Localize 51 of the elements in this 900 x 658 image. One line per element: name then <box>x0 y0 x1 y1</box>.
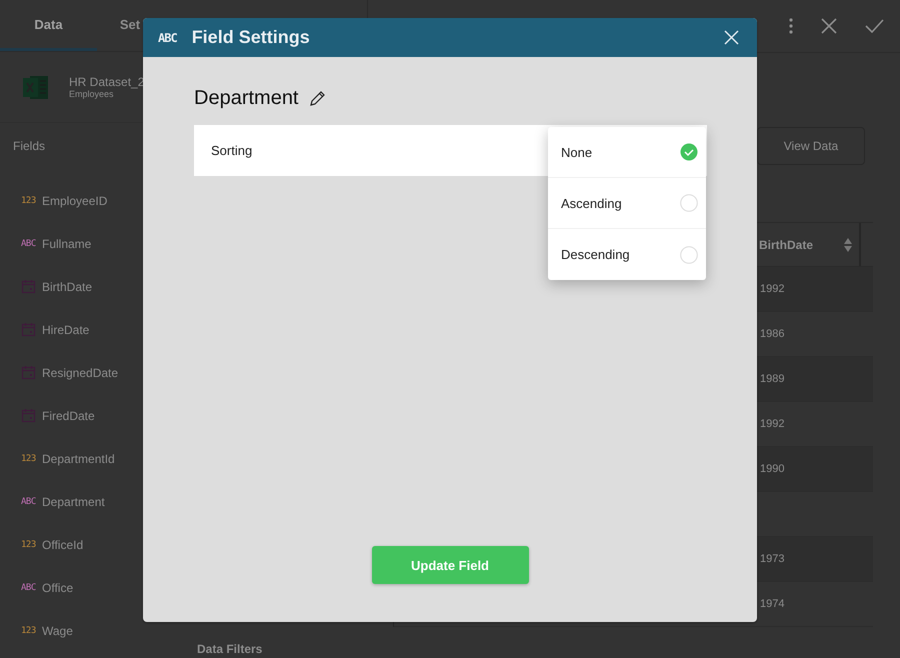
text-type-icon: ABC <box>21 496 36 506</box>
field-name[interactable]: EmployeeID <box>42 194 108 208</box>
sort-icon[interactable] <box>843 236 854 252</box>
field-name[interactable]: Department <box>42 494 105 508</box>
field-name[interactable]: HireDate <box>42 322 90 336</box>
checkmark-icon[interactable] <box>865 19 884 33</box>
table-cell: 1973 <box>760 553 784 565</box>
text-type-icon: ABC <box>158 30 177 44</box>
table-cell: 1989 <box>760 373 784 385</box>
view-data-button[interactable]: View Data <box>757 127 865 165</box>
field-name[interactable]: FiredDate <box>42 408 95 422</box>
field-name[interactable]: Fullname <box>42 236 92 250</box>
field-name: Department <box>194 87 298 110</box>
field-name[interactable]: ResignedDate <box>42 366 118 380</box>
fields-heading: Fields <box>12 138 46 155</box>
number-type-icon: 123 <box>21 196 36 206</box>
calendar-icon <box>21 408 36 423</box>
calendar-icon <box>21 279 36 294</box>
table-cell: 1992 <box>760 283 784 295</box>
number-type-icon: 123 <box>21 454 36 464</box>
menu-option[interactable]: None <box>548 127 706 178</box>
table-cell: 1986 <box>760 328 784 340</box>
table-cell: 1992 <box>760 418 784 430</box>
number-type-icon: 123 <box>21 626 36 636</box>
menu-option[interactable]: Ascending <box>548 178 706 229</box>
calendar-icon <box>21 365 36 380</box>
pencil-icon[interactable] <box>308 90 326 107</box>
text-type-icon: ABC <box>21 582 36 592</box>
dataset-subtitle: Employees <box>69 89 115 99</box>
field-name[interactable]: DepartmentId <box>42 452 115 466</box>
dialog-title: Field Settings <box>192 27 311 48</box>
more-icon[interactable] <box>789 17 793 35</box>
menu-option[interactable]: Descending <box>548 229 706 280</box>
field-name[interactable]: Office <box>42 580 74 594</box>
field-name[interactable]: BirthDate <box>42 280 92 294</box>
close-icon[interactable] <box>821 18 837 34</box>
update-field-button[interactable]: Update Field <box>372 546 528 584</box>
checked-radio-icon[interactable] <box>680 143 698 161</box>
radio-icon[interactable] <box>680 246 698 264</box>
table-cell: 1990 <box>760 463 784 475</box>
data-filters-heading: Data Filters <box>196 642 264 658</box>
spreadsheet-icon <box>22 74 49 100</box>
table-cell: 1974 <box>760 598 784 610</box>
field-name[interactable]: Wage <box>42 624 73 638</box>
field-name[interactable]: OfficeId <box>42 538 84 552</box>
dataset-name[interactable]: HR Dataset_2 <box>69 75 144 89</box>
calendar-icon <box>21 322 36 337</box>
number-type-icon: 123 <box>21 540 36 550</box>
tab[interactable]: Data <box>0 0 97 51</box>
text-type-icon: ABC <box>21 238 36 248</box>
radio-icon[interactable] <box>680 194 698 212</box>
